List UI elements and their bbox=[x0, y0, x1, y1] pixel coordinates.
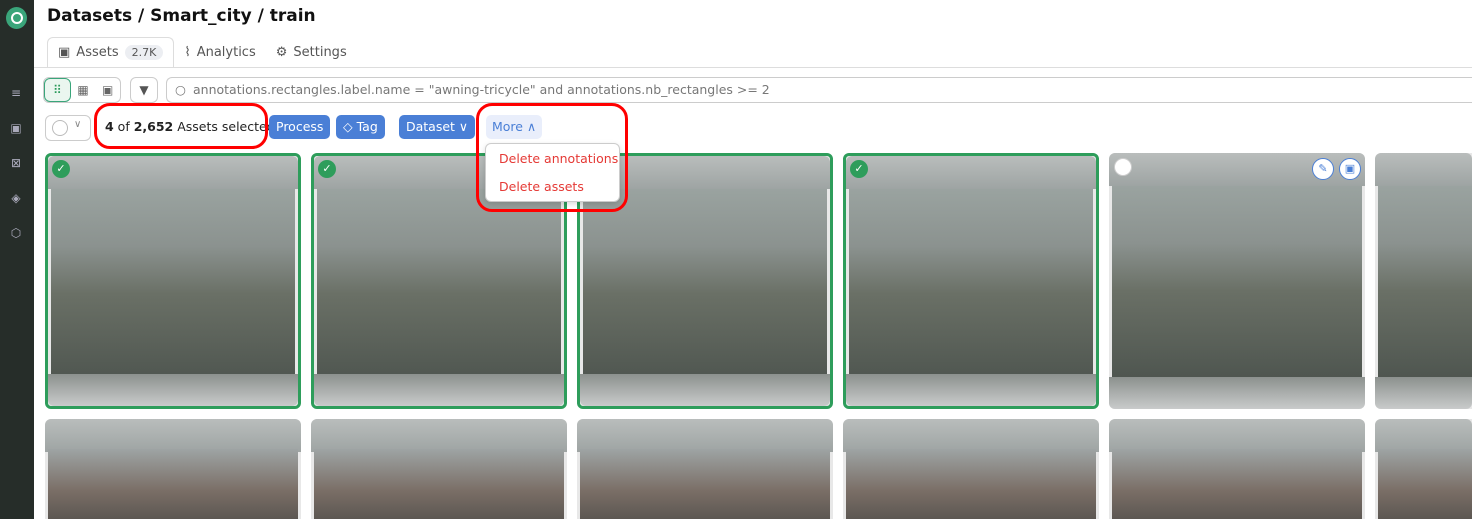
tab-label: Assets bbox=[76, 45, 119, 60]
layers-icon[interactable]: ◈ bbox=[8, 191, 24, 207]
process-button[interactable]: Process bbox=[269, 115, 331, 139]
chevron-down-icon: ∨ bbox=[454, 119, 469, 134]
sidebar: ≡ ▣ ⊠ ◈ ⬡ bbox=[0, 0, 34, 519]
search-input[interactable]: annotations.rectangles.label.name = "awn… bbox=[166, 77, 1472, 103]
asset-card[interactable]: ✎ ▣ bbox=[1109, 153, 1365, 409]
asset-card[interactable] bbox=[1375, 419, 1472, 519]
tab-label: Analytics bbox=[196, 45, 256, 60]
check-icon[interactable]: ✓ bbox=[52, 160, 70, 178]
count-badge: 2.7K bbox=[124, 45, 164, 60]
check-icon[interactable]: ✓ bbox=[318, 160, 336, 178]
checkbox-icon bbox=[52, 120, 68, 136]
image-icon[interactable]: ▣ bbox=[1339, 158, 1361, 180]
asset-image bbox=[314, 449, 564, 519]
asset-card[interactable] bbox=[577, 419, 833, 519]
breadcrumb: Datasets / Smart_city / train bbox=[47, 6, 316, 26]
checkbox-icon[interactable] bbox=[1114, 158, 1132, 176]
tag-icon: ◇ bbox=[343, 119, 357, 134]
asset-image bbox=[846, 449, 1096, 519]
table-view-icon[interactable]: ▦ bbox=[71, 78, 96, 102]
tab-analytics[interactable]: ⌇ Analytics bbox=[174, 37, 265, 68]
image-icon: ▣ bbox=[58, 45, 71, 60]
asset-image bbox=[580, 449, 830, 519]
highlight-ring-selection bbox=[94, 103, 268, 149]
tab-settings[interactable]: ⚙ Settings bbox=[266, 37, 357, 68]
asset-image bbox=[1112, 186, 1362, 377]
chevron-down-icon: ∨ bbox=[74, 119, 82, 130]
tab-label: Settings bbox=[293, 45, 347, 60]
tag-label: Tag bbox=[356, 119, 378, 134]
edit-icon[interactable]: ✎ bbox=[1312, 158, 1334, 180]
asset-card[interactable] bbox=[1375, 153, 1472, 409]
dataset-label: Dataset bbox=[406, 119, 455, 134]
asset-image bbox=[51, 189, 295, 380]
package-icon[interactable]: ⬡ bbox=[8, 226, 24, 242]
asset-card[interactable] bbox=[45, 419, 301, 519]
filter-button[interactable]: ▼ bbox=[130, 77, 158, 103]
asset-card[interactable]: ✓ bbox=[843, 153, 1099, 409]
tag-button[interactable]: ◇ Tag bbox=[336, 115, 385, 139]
grid-view-icon[interactable]: ⠿ bbox=[44, 78, 71, 102]
view-toggle: ⠿ ▦ ▣ bbox=[43, 77, 121, 103]
logo[interactable] bbox=[6, 7, 27, 29]
gear-icon: ⚙ bbox=[275, 45, 288, 60]
check-icon[interactable]: ✓ bbox=[850, 160, 868, 178]
asset-image bbox=[849, 189, 1093, 380]
asset-image bbox=[48, 449, 298, 519]
asset-image bbox=[1378, 449, 1472, 519]
model-icon[interactable]: ⊠ bbox=[8, 156, 24, 172]
image-view-icon[interactable]: ▣ bbox=[95, 78, 120, 102]
divider bbox=[34, 67, 1472, 68]
highlight-ring-more bbox=[476, 103, 628, 212]
image-icon[interactable]: ▣ bbox=[8, 121, 24, 137]
asset-image bbox=[1112, 449, 1362, 519]
asset-card[interactable] bbox=[843, 419, 1099, 519]
asset-card[interactable] bbox=[1109, 419, 1365, 519]
dataset-button[interactable]: Dataset ∨ bbox=[399, 115, 476, 139]
asset-image bbox=[317, 189, 561, 380]
asset-card[interactable] bbox=[311, 419, 567, 519]
asset-card[interactable]: ✓ bbox=[45, 153, 301, 409]
chart-icon: ⌇ bbox=[184, 45, 191, 60]
asset-image bbox=[583, 189, 827, 380]
tab-assets[interactable]: ▣ Assets 2.7K bbox=[47, 37, 175, 68]
database-icon[interactable]: ≡ bbox=[8, 86, 24, 102]
filter-icon: ▼ bbox=[139, 83, 149, 97]
asset-image bbox=[1378, 186, 1472, 377]
tabs: ▣ Assets 2.7K ⌇ Analytics ⚙ Settings bbox=[47, 37, 357, 68]
select-all-dropdown[interactable]: ∨ bbox=[45, 115, 91, 141]
